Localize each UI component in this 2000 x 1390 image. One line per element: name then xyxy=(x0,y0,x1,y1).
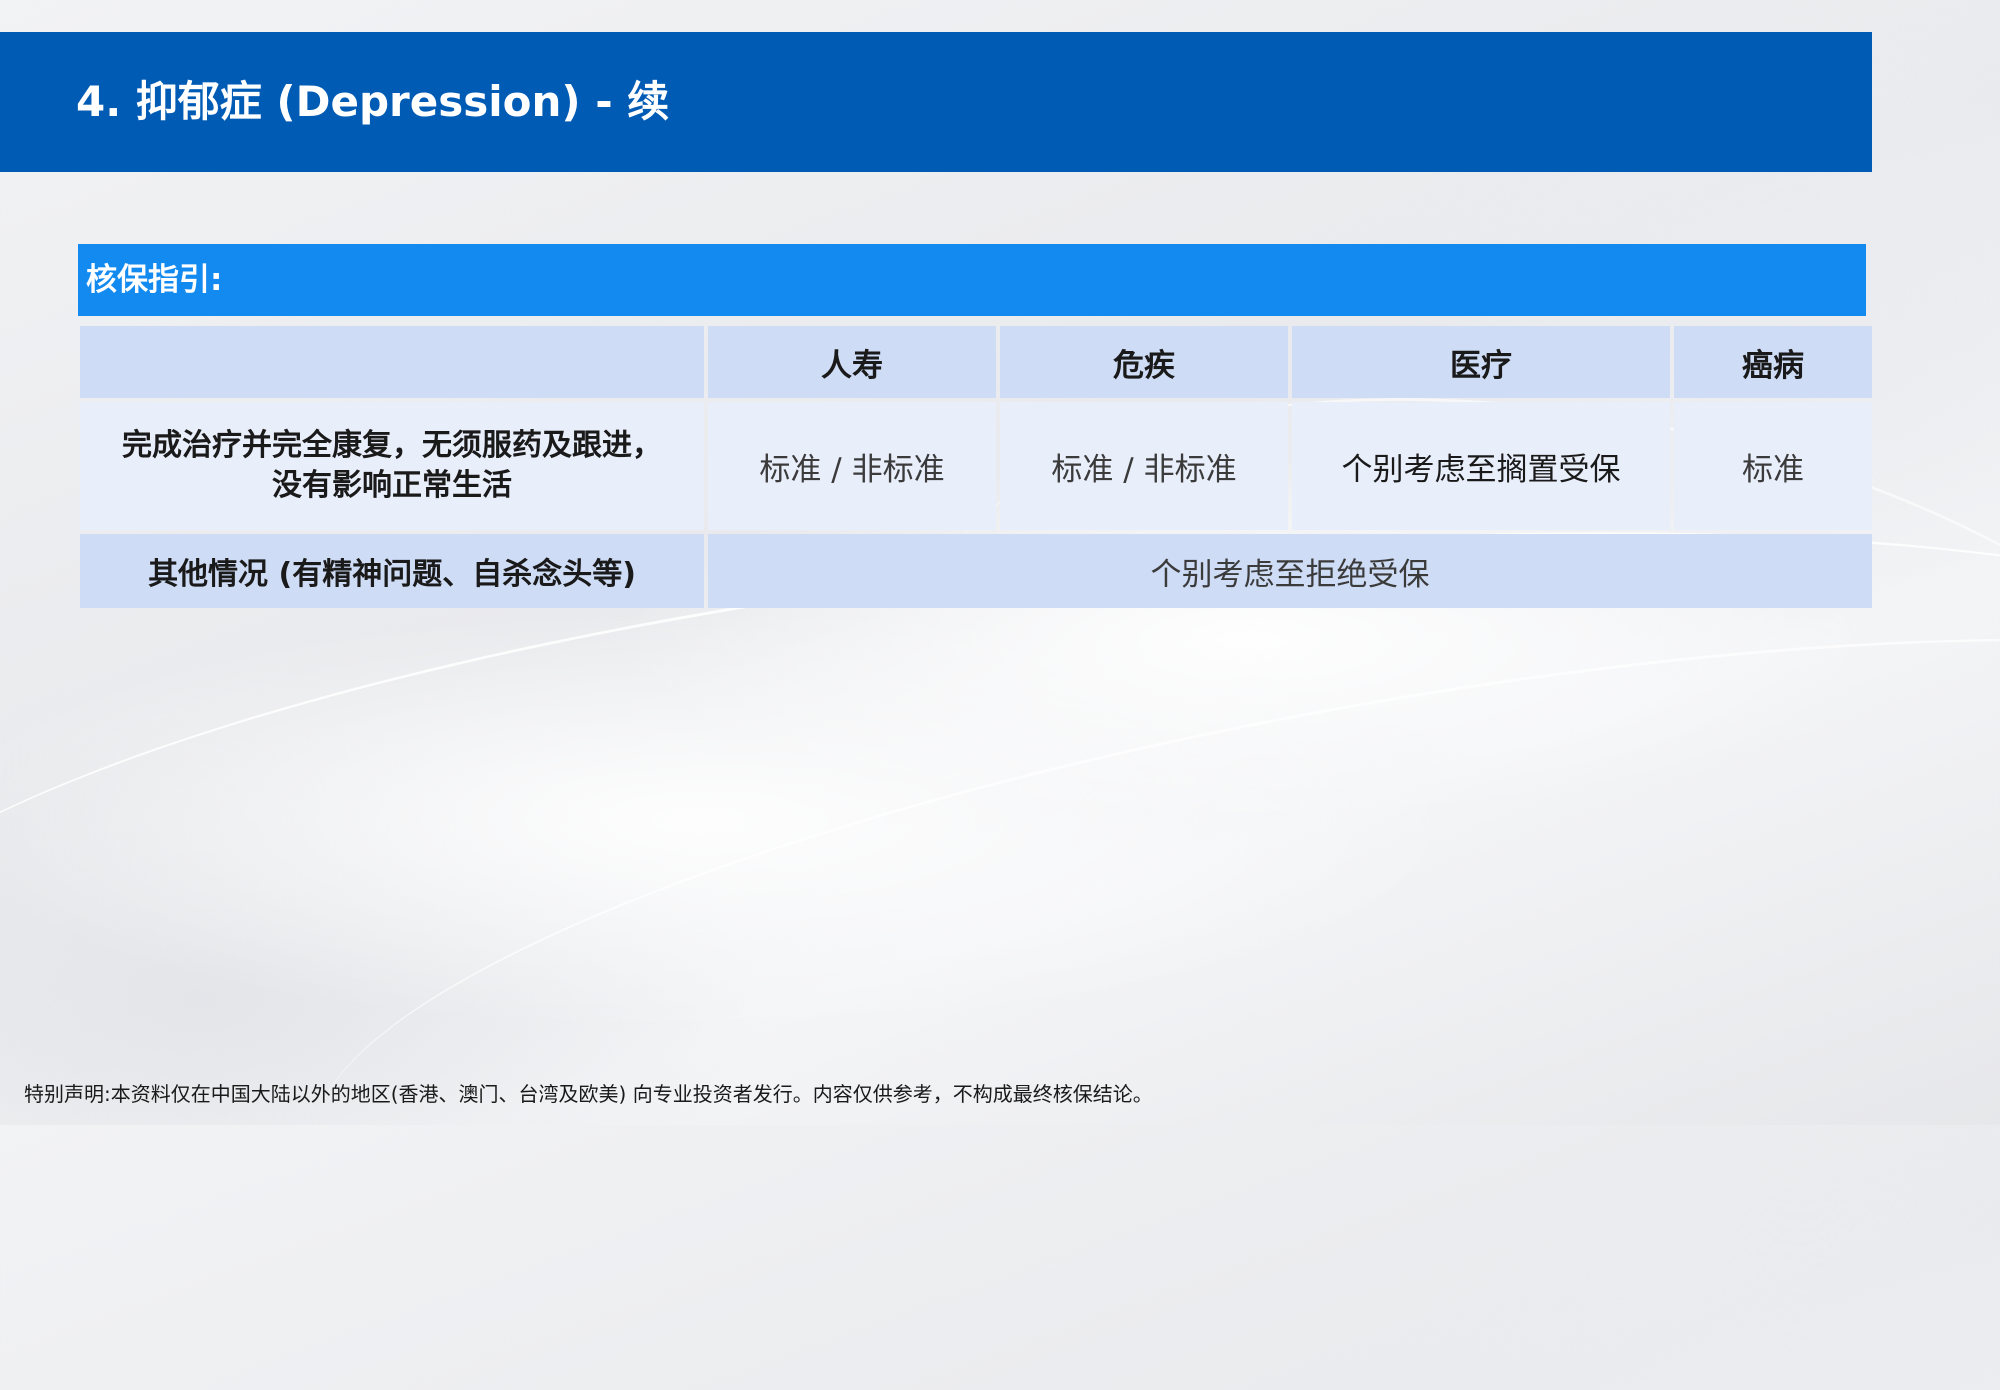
page-title: 4. 抑郁症 (Depression) - 续 xyxy=(76,77,670,126)
underwriting-table: 人寿 危疾 医疗 癌病 完成治疗并完全康复，无须服药及跟进，没有影响正常生活 标… xyxy=(76,322,1876,612)
cell-life: 标准 / 非标准 xyxy=(708,402,996,530)
cell-medical: 个别考虑至搁置受保 xyxy=(1292,402,1670,530)
column-header-critical-illness: 危疾 xyxy=(1000,326,1288,398)
row-label-recovered: 完成治疗并完全康复，无须服药及跟进，没有影响正常生活 xyxy=(80,402,704,530)
table-header-row: 人寿 危疾 医疗 癌病 xyxy=(80,326,1872,398)
underwriting-guide-label: 核保指引: xyxy=(86,262,223,298)
disclaimer-text: 特别声明:本资料仅在中国大陆以外的地区(香港、澳门、台湾及欧美) 向专业投资者发… xyxy=(24,1082,1153,1106)
column-header-medical: 医疗 xyxy=(1292,326,1670,398)
table-row: 其他情况 (有精神问题、自杀念头等) 个别考虑至拒绝受保 xyxy=(80,534,1872,608)
column-header-life: 人寿 xyxy=(708,326,996,398)
table-row: 完成治疗并完全康复，无须服药及跟进，没有影响正常生活 标准 / 非标准 标准 /… xyxy=(80,402,1872,530)
column-header-blank xyxy=(80,326,704,398)
row-label-other: 其他情况 (有精神问题、自杀念头等) xyxy=(80,534,704,608)
column-header-cancer: 癌病 xyxy=(1674,326,1872,398)
cell-cancer: 标准 xyxy=(1674,402,1872,530)
cell-merged-decision: 个别考虑至拒绝受保 xyxy=(708,534,1872,608)
title-banner: 4. 抑郁症 (Depression) - 续 xyxy=(0,32,1872,172)
background-swoosh xyxy=(273,512,2000,1390)
underwriting-guide-bar: 核保指引: xyxy=(78,244,1866,316)
cell-critical-illness: 标准 / 非标准 xyxy=(1000,402,1288,530)
